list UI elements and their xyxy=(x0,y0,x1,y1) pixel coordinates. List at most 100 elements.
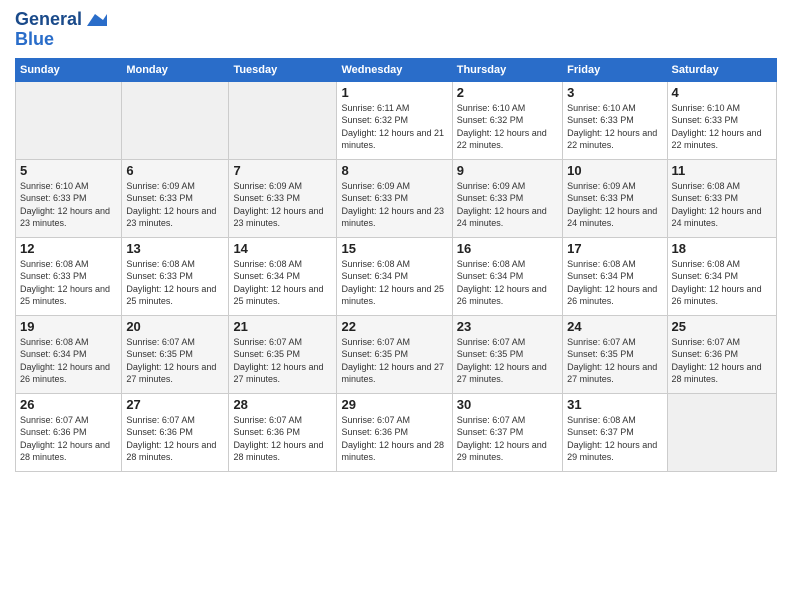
day-info: Sunrise: 6:07 AMSunset: 6:36 PMDaylight:… xyxy=(672,336,772,386)
day-number: 5 xyxy=(20,163,117,178)
logo-text: General Blue xyxy=(15,10,107,50)
day-number: 15 xyxy=(341,241,447,256)
day-info: Sunrise: 6:09 AMSunset: 6:33 PMDaylight:… xyxy=(567,180,662,230)
calendar-cell xyxy=(229,81,337,159)
calendar-cell: 19 Sunrise: 6:08 AMSunset: 6:34 PMDayligh… xyxy=(16,315,122,393)
day-info: Sunrise: 6:09 AMSunset: 6:33 PMDaylight:… xyxy=(457,180,558,230)
day-number: 23 xyxy=(457,319,558,334)
calendar-cell: 23 Sunrise: 6:07 AMSunset: 6:35 PMDayligh… xyxy=(452,315,562,393)
day-number: 20 xyxy=(126,319,224,334)
day-number: 28 xyxy=(233,397,332,412)
calendar-week-4: 19 Sunrise: 6:08 AMSunset: 6:34 PMDayligh… xyxy=(16,315,777,393)
weekday-thursday: Thursday xyxy=(452,58,562,81)
day-info: Sunrise: 6:08 AMSunset: 6:34 PMDaylight:… xyxy=(672,258,772,308)
weekday-header-row: SundayMondayTuesdayWednesdayThursdayFrid… xyxy=(16,58,777,81)
day-number: 30 xyxy=(457,397,558,412)
calendar-cell: 18 Sunrise: 6:08 AMSunset: 6:34 PMDayligh… xyxy=(667,237,776,315)
calendar-cell: 6Sunrise: 6:09 AMSunset: 6:33 PMDaylight… xyxy=(122,159,229,237)
day-info: Sunrise: 6:07 AMSunset: 6:35 PMDaylight:… xyxy=(457,336,558,386)
day-number: 9 xyxy=(457,163,558,178)
weekday-friday: Friday xyxy=(563,58,667,81)
calendar-cell: 4 Sunrise: 6:10 AMSunset: 6:33 PMDaylight… xyxy=(667,81,776,159)
calendar-cell: 10 Sunrise: 6:09 AMSunset: 6:33 PMDayligh… xyxy=(563,159,667,237)
calendar-cell: 16 Sunrise: 6:08 AMSunset: 6:34 PMDayligh… xyxy=(452,237,562,315)
day-number: 29 xyxy=(341,397,447,412)
day-number: 31 xyxy=(567,397,662,412)
calendar-cell: 25 Sunrise: 6:07 AMSunset: 6:36 PMDayligh… xyxy=(667,315,776,393)
day-number: 25 xyxy=(672,319,772,334)
day-info: Sunrise: 6:08 AMSunset: 6:34 PMDaylight:… xyxy=(233,258,332,308)
calendar-cell: 7 Sunrise: 6:09 AMSunset: 6:33 PMDaylight… xyxy=(229,159,337,237)
day-info: Sunrise: 6:07 AMSunset: 6:36 PMDaylight:… xyxy=(126,414,224,464)
day-number: 24 xyxy=(567,319,662,334)
day-info: Sunrise: 6:11 AMSunset: 6:32 PMDaylight:… xyxy=(341,102,447,152)
day-number: 7 xyxy=(233,163,332,178)
calendar-cell xyxy=(667,393,776,471)
day-number: 14 xyxy=(233,241,332,256)
calendar-cell: 14 Sunrise: 6:08 AMSunset: 6:34 PMDayligh… xyxy=(229,237,337,315)
calendar-cell: 3 Sunrise: 6:10 AMSunset: 6:33 PMDaylight… xyxy=(563,81,667,159)
day-info: Sunrise: 6:09 AMSunset: 6:33 PMDaylight:… xyxy=(341,180,447,230)
day-info: Sunrise: 6:10 AMSunset: 6:33 PMDaylight:… xyxy=(567,102,662,152)
day-info: Sunrise: 6:08 AMSunset: 6:34 PMDaylight:… xyxy=(20,336,117,386)
calendar-cell: 11Sunrise: 6:08 AMSunset: 6:33 PMDayligh… xyxy=(667,159,776,237)
calendar-cell: 12 Sunrise: 6:08 AMSunset: 6:33 PMDayligh… xyxy=(16,237,122,315)
calendar-cell: 31 Sunrise: 6:08 AMSunset: 6:37 PMDayligh… xyxy=(563,393,667,471)
calendar-cell: 13Sunrise: 6:08 AMSunset: 6:33 PMDayligh… xyxy=(122,237,229,315)
day-info: Sunrise: 6:07 AMSunset: 6:35 PMDaylight:… xyxy=(126,336,224,386)
day-number: 21 xyxy=(233,319,332,334)
day-number: 27 xyxy=(126,397,224,412)
calendar-cell: 21Sunrise: 6:07 AMSunset: 6:35 PMDayligh… xyxy=(229,315,337,393)
day-number: 18 xyxy=(672,241,772,256)
calendar-cell: 8 Sunrise: 6:09 AMSunset: 6:33 PMDaylight… xyxy=(337,159,452,237)
calendar-table: SundayMondayTuesdayWednesdayThursdayFrid… xyxy=(15,58,777,472)
day-info: Sunrise: 6:07 AMSunset: 6:35 PMDaylight:… xyxy=(341,336,447,386)
day-number: 1 xyxy=(341,85,447,100)
weekday-saturday: Saturday xyxy=(667,58,776,81)
calendar-cell: 2Sunrise: 6:10 AMSunset: 6:32 PMDaylight… xyxy=(452,81,562,159)
day-number: 19 xyxy=(20,319,117,334)
calendar-container: General Blue SundayMondayTuesdayWednesda… xyxy=(0,0,792,482)
calendar-cell: 22 Sunrise: 6:07 AMSunset: 6:35 PMDayligh… xyxy=(337,315,452,393)
day-number: 17 xyxy=(567,241,662,256)
day-number: 3 xyxy=(567,85,662,100)
calendar-cell: 26Sunrise: 6:07 AMSunset: 6:36 PMDayligh… xyxy=(16,393,122,471)
day-number: 12 xyxy=(20,241,117,256)
day-number: 8 xyxy=(341,163,447,178)
day-number: 4 xyxy=(672,85,772,100)
weekday-sunday: Sunday xyxy=(16,58,122,81)
day-number: 22 xyxy=(341,319,447,334)
day-number: 10 xyxy=(567,163,662,178)
day-info: Sunrise: 6:10 AMSunset: 6:33 PMDaylight:… xyxy=(672,102,772,152)
day-number: 16 xyxy=(457,241,558,256)
day-info: Sunrise: 6:08 AMSunset: 6:33 PMDaylight:… xyxy=(20,258,117,308)
header: General Blue xyxy=(15,10,777,50)
day-info: Sunrise: 6:08 AMSunset: 6:34 PMDaylight:… xyxy=(457,258,558,308)
day-info: Sunrise: 6:09 AMSunset: 6:33 PMDaylight:… xyxy=(233,180,332,230)
calendar-week-5: 26Sunrise: 6:07 AMSunset: 6:36 PMDayligh… xyxy=(16,393,777,471)
calendar-cell: 20 Sunrise: 6:07 AMSunset: 6:35 PMDayligh… xyxy=(122,315,229,393)
calendar-cell: 1 Sunrise: 6:11 AMSunset: 6:32 PMDaylight… xyxy=(337,81,452,159)
calendar-cell: 17 Sunrise: 6:08 AMSunset: 6:34 PMDayligh… xyxy=(563,237,667,315)
calendar-cell xyxy=(122,81,229,159)
day-number: 11 xyxy=(672,163,772,178)
day-number: 6 xyxy=(126,163,224,178)
day-info: Sunrise: 6:07 AMSunset: 6:36 PMDaylight:… xyxy=(233,414,332,464)
calendar-cell: 27 Sunrise: 6:07 AMSunset: 6:36 PMDayligh… xyxy=(122,393,229,471)
day-info: Sunrise: 6:08 AMSunset: 6:34 PMDaylight:… xyxy=(567,258,662,308)
logo: General Blue xyxy=(15,10,107,50)
calendar-week-1: 1 Sunrise: 6:11 AMSunset: 6:32 PMDaylight… xyxy=(16,81,777,159)
calendar-cell: 15 Sunrise: 6:08 AMSunset: 6:34 PMDayligh… xyxy=(337,237,452,315)
day-info: Sunrise: 6:08 AMSunset: 6:37 PMDaylight:… xyxy=(567,414,662,464)
calendar-cell: 9 Sunrise: 6:09 AMSunset: 6:33 PMDaylight… xyxy=(452,159,562,237)
day-number: 13 xyxy=(126,241,224,256)
weekday-tuesday: Tuesday xyxy=(229,58,337,81)
calendar-cell: 29 Sunrise: 6:07 AMSunset: 6:36 PMDayligh… xyxy=(337,393,452,471)
day-info: Sunrise: 6:07 AMSunset: 6:35 PMDaylight:… xyxy=(567,336,662,386)
day-info: Sunrise: 6:07 AMSunset: 6:36 PMDaylight:… xyxy=(341,414,447,464)
calendar-cell: 30Sunrise: 6:07 AMSunset: 6:37 PMDayligh… xyxy=(452,393,562,471)
weekday-wednesday: Wednesday xyxy=(337,58,452,81)
calendar-cell: 28 Sunrise: 6:07 AMSunset: 6:36 PMDayligh… xyxy=(229,393,337,471)
day-info: Sunrise: 6:08 AMSunset: 6:34 PMDaylight:… xyxy=(341,258,447,308)
day-info: Sunrise: 6:10 AMSunset: 6:32 PMDaylight:… xyxy=(457,102,558,152)
